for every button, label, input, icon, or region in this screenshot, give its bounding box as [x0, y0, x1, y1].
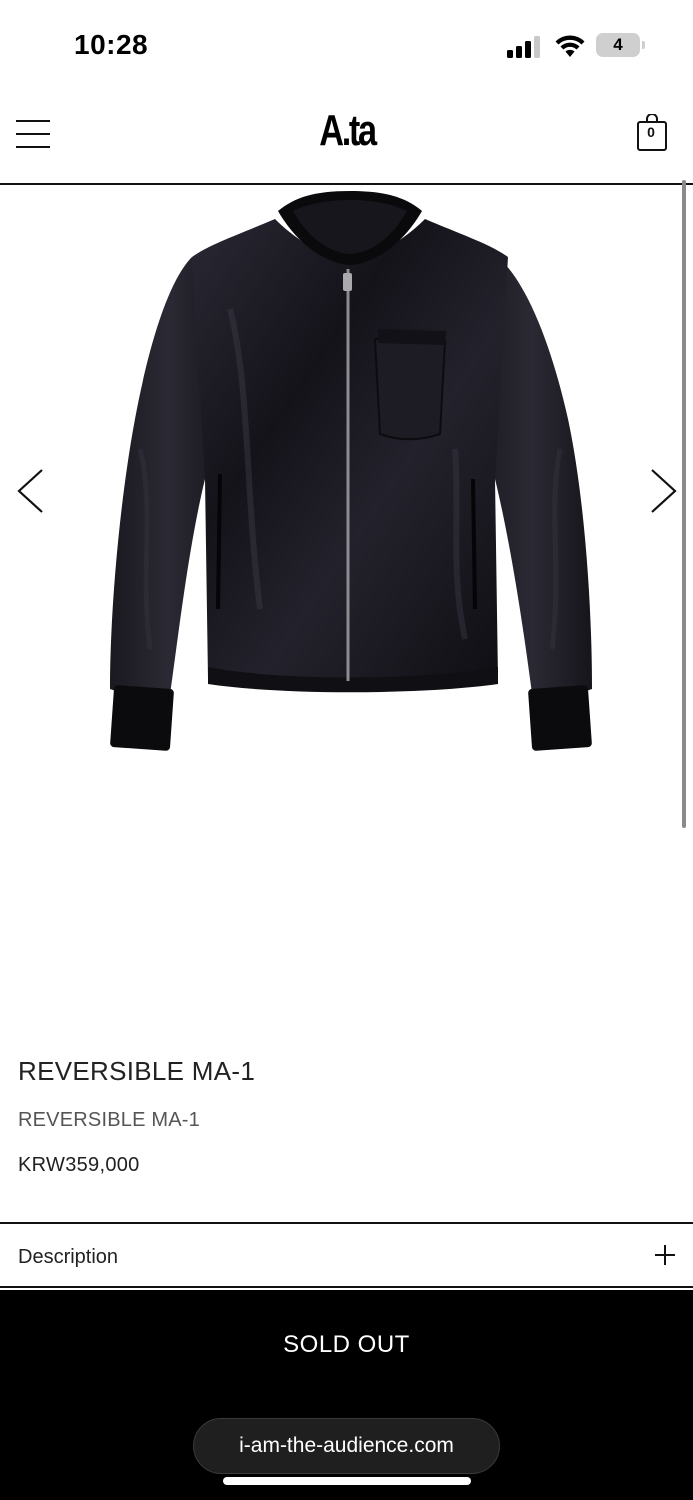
- product-price: KRW359,000: [18, 1154, 140, 1176]
- chevron-right-icon[interactable]: [648, 468, 678, 514]
- status-bar: 10:28 4: [0, 0, 693, 92]
- battery-level: 4: [613, 35, 623, 54]
- description-accordion[interactable]: Description: [0, 1222, 693, 1288]
- plus-icon: [655, 1245, 675, 1265]
- description-label: Description: [18, 1246, 119, 1268]
- product-image[interactable]: [100, 189, 600, 774]
- sold-out-button[interactable]: SOLD OUT: [0, 1310, 693, 1380]
- status-clock: 10:28: [74, 29, 149, 60]
- wifi-icon: [555, 35, 585, 57]
- home-indicator[interactable]: [223, 1477, 471, 1485]
- chevron-left-icon[interactable]: [16, 468, 46, 514]
- hamburger-menu-icon[interactable]: [16, 120, 50, 150]
- browser-url-bar[interactable]: i-am-the-audience.com: [193, 1418, 500, 1474]
- battery-tip: [642, 41, 645, 49]
- cart-button[interactable]: 0: [636, 113, 670, 152]
- product-title: REVERSIBLE MA-1: [18, 1056, 256, 1086]
- cellular-signal-icon: [507, 36, 540, 58]
- site-logo[interactable]: A.ta: [307, 106, 387, 156]
- page-scrollbar[interactable]: [682, 180, 686, 828]
- product-gallery: [0, 185, 693, 1035]
- product-subtitle: REVERSIBLE MA-1: [18, 1109, 200, 1131]
- cart-count: 0: [647, 124, 655, 140]
- battery-icon: 4: [596, 33, 648, 59]
- site-header: A.ta 0: [0, 92, 693, 185]
